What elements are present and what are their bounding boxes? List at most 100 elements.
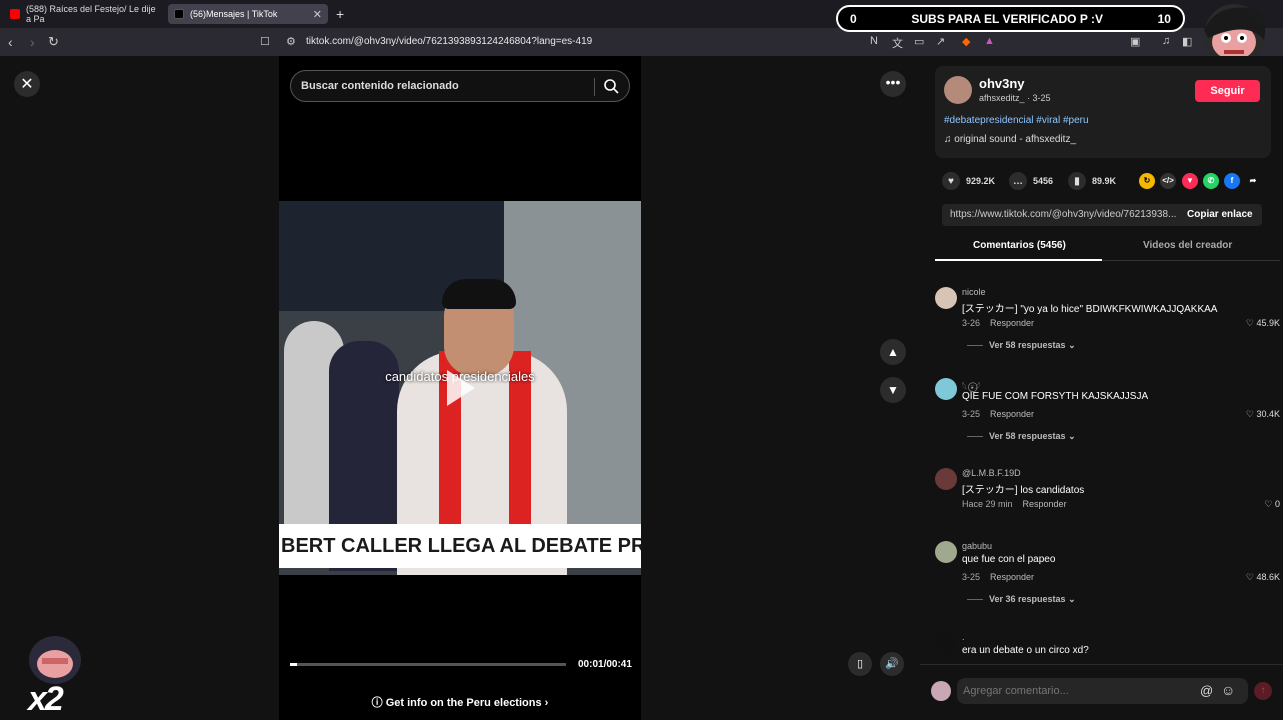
url-field[interactable]: tiktok.com/@ohv3ny/video/762139389312424… — [306, 36, 592, 47]
comment-text: QIE FUE COM FORSYTH KAJSKAJJSJA — [962, 391, 1149, 402]
tab-label: (588) Raíces del Festejo/ Le dije a Pa — [26, 4, 156, 24]
news-lower-third: BERT CALLER LLEGA AL DEBATE PR — [279, 524, 641, 568]
no-translate-icon[interactable]: N — [870, 35, 878, 47]
commenter-avatar[interactable] — [935, 632, 957, 654]
sound-label: original sound - afhsxeditz_ — [954, 134, 1077, 145]
comment-like[interactable]: ♡ 0 — [1264, 499, 1280, 510]
post-sound[interactable]: ♫ original sound - afhsxeditz_ — [944, 134, 1076, 145]
send-icon[interactable]: ▼ — [1182, 173, 1198, 189]
commenter-name[interactable]: @L.M.B.F.19D — [962, 468, 1021, 478]
play-icon[interactable] — [447, 370, 475, 406]
comment-like[interactable]: ♡ 30.4K — [1246, 409, 1280, 420]
search-divider — [594, 78, 595, 96]
info-icon: ⓘ — [371, 697, 386, 709]
author-username[interactable]: ohv3ny — [979, 76, 1025, 91]
repost-icon[interactable]: ↻ — [1139, 173, 1155, 189]
comment-like-count: 45.9K — [1256, 318, 1280, 328]
progress-fill — [290, 663, 297, 666]
previous-video-button[interactable]: ▲ — [880, 339, 906, 365]
post-comment-button[interactable]: ↑ — [1254, 682, 1272, 700]
user-avatar[interactable] — [931, 681, 951, 701]
volume-button[interactable]: 🔊 — [880, 652, 904, 676]
view-replies-button[interactable]: Ver 36 respuestas ⌄ — [967, 594, 1076, 605]
comment-text: [ステッカー] los candidatos — [962, 485, 1085, 496]
next-video-button[interactable]: ▼ — [880, 377, 906, 403]
multiplier-badge: x2 — [28, 680, 64, 718]
reply-button[interactable]: Responder — [1023, 499, 1067, 509]
related-search-input[interactable]: Buscar contenido relacionado — [290, 70, 630, 102]
panel-tabs: Comentarios (5456) Videos del creador — [935, 240, 1280, 261]
view-replies-button[interactable]: Ver 58 respuestas ⌄ — [967, 340, 1076, 351]
search-icon[interactable] — [603, 78, 619, 94]
comment-item: @L.M.B.F.19D [ステッカー] los candidatos Hace… — [935, 468, 1280, 518]
brave-shield-icon[interactable]: ◆ — [962, 35, 970, 48]
subscriber-goal-bar: 0 SUBS PARA EL VERIFICADO P :V 10 — [836, 5, 1185, 32]
facebook-icon[interactable]: f — [1224, 173, 1240, 189]
emoji-icon[interactable]: ☺ — [1221, 682, 1235, 698]
video-progress-bar[interactable] — [290, 663, 566, 666]
tab-comments[interactable]: Comentarios (5456) — [973, 240, 1066, 251]
rewards-icon[interactable]: ▲ — [984, 35, 995, 47]
embed-icon[interactable]: </> — [1160, 173, 1176, 189]
info-label: Get info on the Peru elections — [385, 697, 542, 709]
comment-stat[interactable]: … 5456 — [1009, 172, 1053, 190]
translate-icon[interactable]: 文 — [892, 35, 903, 51]
active-tab-indicator — [935, 259, 1102, 261]
whatsapp-icon[interactable]: ✆ — [1203, 173, 1219, 189]
comment-meta: 3-25 Responder — [962, 572, 1034, 582]
comment-like-count: 30.4K — [1256, 409, 1280, 419]
like-stat[interactable]: ♥ 929.2K — [942, 172, 995, 190]
comment-date: Hace 29 min — [962, 499, 1013, 509]
cast-icon[interactable]: ▭ — [914, 35, 924, 48]
reply-button[interactable]: Responder — [990, 409, 1034, 419]
commenter-name[interactable]: gabubu — [962, 541, 992, 551]
mention-icon[interactable]: @ — [1200, 683, 1213, 698]
wallet-icon[interactable]: ▣ — [1130, 35, 1140, 48]
sidebar-icon[interactable]: ◧ — [1182, 35, 1192, 48]
tab-creator-videos[interactable]: Videos del creador — [1143, 240, 1232, 251]
pip-button[interactable]: ▯ — [848, 652, 872, 676]
commenter-name[interactable]: . — [962, 632, 965, 642]
comment-like[interactable]: ♡ 45.9K — [1246, 318, 1280, 329]
author-avatar[interactable] — [944, 76, 972, 104]
back-icon[interactable]: ‹ — [8, 34, 13, 50]
commenter-avatar[interactable] — [935, 378, 957, 400]
close-button[interactable]: ✕ — [14, 71, 40, 97]
comment-text: [ステッカー] "yo ya lo hice" BDIWKFKWIWKAJJQA… — [962, 304, 1218, 315]
comment-item: nicole [ステッカー] "yo ya lo hice" BDIWKFKWI… — [935, 287, 1280, 357]
author-handle[interactable]: afhsxeditz_ · 3-25 — [979, 93, 1051, 103]
commenter-avatar[interactable] — [935, 287, 957, 309]
more-options-button[interactable]: ••• — [880, 71, 906, 97]
comment-date: 3-25 — [962, 409, 981, 419]
comment-like[interactable]: ♡ 48.6K — [1246, 572, 1280, 583]
copy-link-button[interactable]: Copiar enlace — [1187, 209, 1253, 220]
reply-button[interactable]: Responder — [990, 572, 1034, 582]
comment-item: gabubu que fue con el papeo 3-25 Responde… — [935, 541, 1280, 611]
comment-like-count: 0 — [1274, 499, 1280, 509]
reply-button[interactable]: Responder — [990, 318, 1034, 328]
forward-share-icon[interactable]: ➦ — [1245, 173, 1261, 189]
streamer-avatar-icon — [29, 636, 81, 684]
commenter-avatar[interactable] — [935, 468, 957, 490]
close-tab-icon[interactable]: ✕ — [313, 8, 322, 21]
new-tab-button[interactable]: + — [336, 6, 344, 22]
forward-icon[interactable]: › — [30, 34, 35, 50]
tab-tiktok[interactable]: (56)Mensajes | TikTok ✕ — [168, 4, 328, 24]
save-count: 89.9K — [1092, 176, 1117, 186]
election-info-link[interactable]: ⓘ Get info on the Peru elections › — [279, 694, 641, 710]
bookmark-icon[interactable]: ☐ — [260, 35, 270, 48]
search-placeholder: Buscar contenido relacionado — [301, 80, 459, 92]
tab-youtube[interactable]: (588) Raíces del Festejo/ Le dije a Pa — [4, 4, 164, 24]
view-replies-label: Ver 58 respuestas — [989, 431, 1066, 441]
commenter-name[interactable]: nicole — [962, 287, 986, 297]
media-icon[interactable]: ♫ — [1162, 35, 1170, 47]
comment-text: era un debate o un circo xd? — [962, 645, 1089, 656]
follow-button[interactable]: Seguir — [1195, 80, 1260, 102]
commenter-avatar[interactable] — [935, 541, 957, 563]
view-replies-button[interactable]: Ver 58 respuestas ⌄ — [967, 431, 1076, 442]
post-hashtags[interactable]: #debatepresidencial #viral #peru — [944, 115, 1089, 126]
site-info-icon[interactable]: ⚙ — [286, 35, 296, 48]
share-icon[interactable]: ↗ — [936, 35, 945, 48]
reload-icon[interactable]: ↻ — [48, 34, 59, 50]
save-stat[interactable]: ▮ 89.9K — [1068, 172, 1116, 190]
